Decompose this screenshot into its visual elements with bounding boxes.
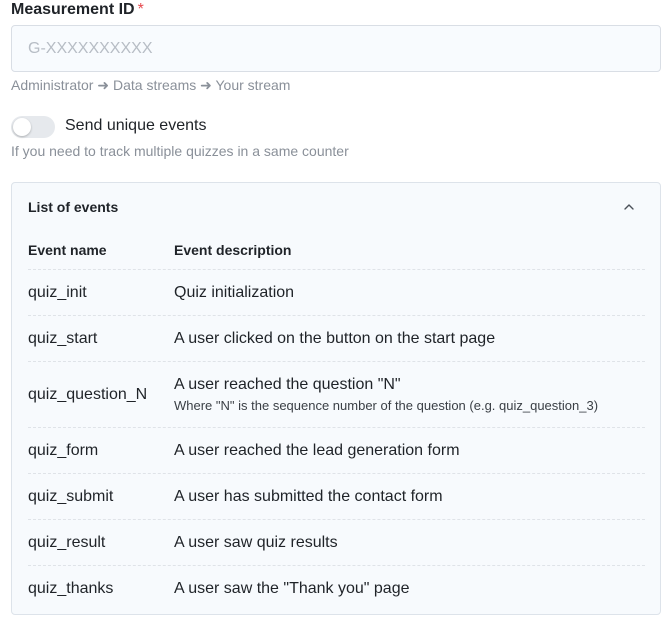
events-panel-title: List of events [28,199,119,215]
event-description: A user reached the lead generation form [174,441,460,459]
events-panel: List of events Event name Event descript… [11,182,661,615]
event-description: A user saw quiz results [174,533,338,551]
measurement-id-label: Measurement ID * [11,1,144,19]
event-description: A user reached the question "N" [174,376,401,393]
measurement-id-hint: Administrator ➜ Data streams ➜ Your stre… [11,77,291,93]
event-description: A user clicked on the button on the star… [174,329,496,347]
required-asterisk: * [137,1,144,18]
column-header-event-description: Event description [174,242,292,258]
event-description: Quiz initialization [174,283,295,301]
table-row: quiz_start A user clicked on the button … [28,316,645,362]
unique-events-help: If you need to track multiple quizzes in… [11,143,349,159]
table-row: quiz_init Quiz initialization [28,270,645,316]
table-row: quiz_result A user saw quiz results [28,520,645,566]
event-description: A user has submitted the contact form [174,487,443,505]
table-row: quiz_submit A user has submitted the con… [28,474,645,520]
measurement-id-label-text: Measurement ID [11,1,135,18]
unique-events-label: Send unique events [65,117,207,134]
events-table: Event name Event description quiz_init Q… [28,231,645,612]
event-name: quiz_form [28,441,99,459]
event-name: quiz_result [28,533,106,551]
event-description: A user saw the "Thank you" page [174,580,410,597]
event-description-block: A user reached the question "N" Where "N… [174,376,645,413]
table-row: quiz_question_N A user reached the quest… [28,362,645,428]
event-name: quiz_init [28,283,87,301]
events-panel-header[interactable]: List of events [12,183,660,231]
column-header-event-name: Event name [28,242,107,258]
event-name: quiz_submit [28,487,114,505]
event-name: quiz_start [28,329,98,347]
toggle-knob [13,118,31,136]
unique-events-toggle[interactable] [11,116,55,138]
event-description-note: Where "N" is the sequence number of the … [174,398,599,413]
table-row: quiz_thanks A user saw the "Thank you" p… [28,566,645,612]
chevron-up-icon[interactable] [623,202,635,212]
table-row: quiz_form A user reached the lead genera… [28,428,645,474]
events-table-header: Event name Event description [28,231,645,270]
event-name: quiz_thanks [28,580,114,597]
event-name: quiz_question_N [28,385,148,403]
measurement-id-input[interactable] [11,25,661,72]
